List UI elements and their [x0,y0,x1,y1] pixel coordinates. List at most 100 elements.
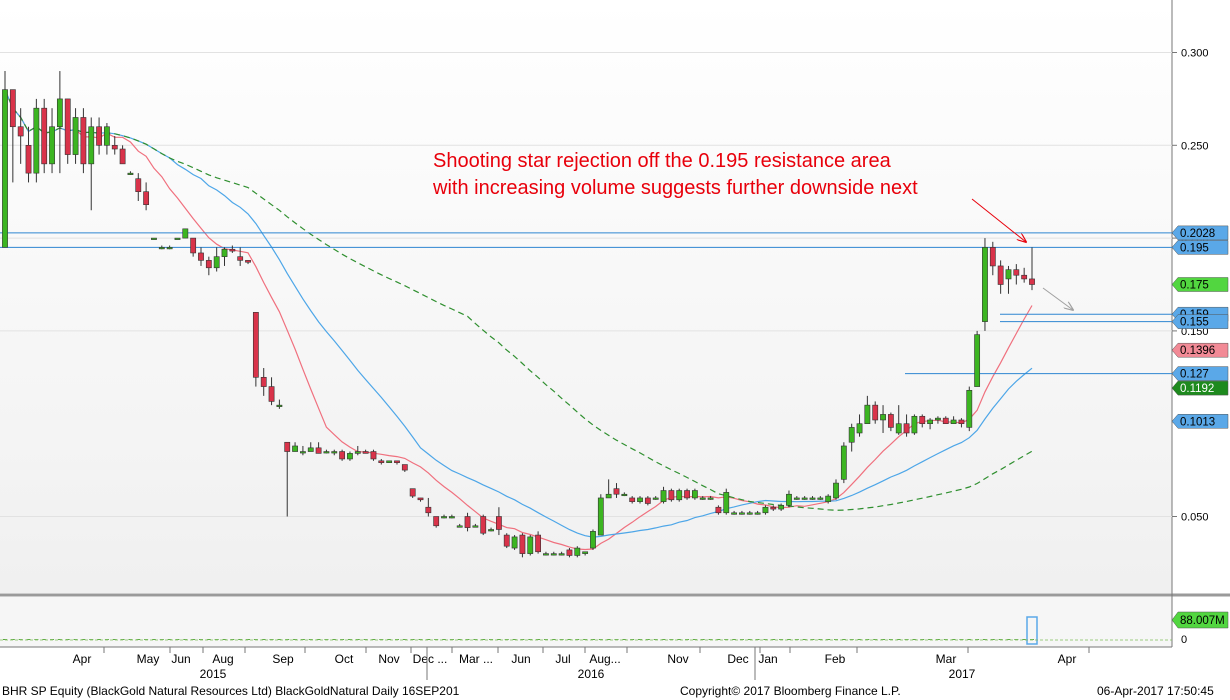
candle-body [237,256,244,261]
candle-body [252,312,259,378]
footer-security: BHR SP Equity (BlackGold Natural Resourc… [2,684,460,698]
candle-body [793,497,800,500]
candle-body [935,417,941,421]
candle-body [135,178,142,192]
candle-body [307,447,314,452]
candle-body [856,423,863,434]
candle-body [676,490,683,501]
footer-copyright: Copyright© 2017 Bloomberg Finance L.P. [680,684,901,698]
price-tag-label-8: 0.1013 [1180,416,1215,428]
candle-body [472,525,479,528]
candle-body [950,419,957,425]
candle-body [496,516,502,530]
candle-body [72,117,79,155]
candle-body [354,451,361,454]
candle-body [699,497,706,500]
candle-body [25,145,32,174]
candle-body [315,447,322,454]
candle-body [691,490,698,499]
candle-body [362,451,369,454]
candle-body [1005,269,1012,280]
candle-body [543,553,549,556]
month-label-2: Jun [171,652,190,666]
candle-body [425,506,432,514]
candle-body [739,512,745,515]
month-label-3: Aug [212,652,233,666]
year-label-0: 2015 [200,667,227,681]
price-tag-label-7: 0.1192 [1180,383,1214,395]
candle-body [166,247,173,250]
candle-body [378,460,385,463]
candle-body [511,536,518,549]
month-label-8: Mar ... [459,652,493,666]
candle-body [417,497,424,501]
annotation-line-2: with increasing volume suggests further … [432,177,918,199]
candle-body [158,247,165,250]
candle-body [104,126,110,146]
candle-body [982,247,988,322]
candle-body [629,497,636,502]
candle-body [715,506,722,514]
month-label-6: Nov [378,652,399,666]
candle-body [111,145,118,150]
candle-body [786,493,792,506]
candle-body [456,525,463,528]
candle-body [88,126,95,165]
candle-body [927,419,933,425]
year-label-1: 2016 [578,667,605,681]
candle-body [833,482,839,499]
candle-body [754,512,761,515]
year-label-2: 2017 [949,667,976,681]
candle-body [182,228,189,239]
candle-body [566,549,573,556]
candle-body [825,495,832,502]
candle-body [331,451,338,454]
candle-body [213,256,220,269]
candle-body [339,451,346,460]
candle-body [205,260,212,269]
candle-body [613,488,620,495]
candle-body [731,512,737,515]
month-label-12: Nov [667,652,688,666]
candle-body [386,460,393,463]
candle-body [370,451,377,460]
candle-body [582,551,589,554]
candle-body [942,417,949,424]
candle-body [488,529,494,532]
footer-timestamp: 06-Apr-2017 17:50:45 [1097,684,1214,698]
month-label-15: Feb [825,652,846,666]
candle-body [684,490,690,499]
price-panel [0,0,1172,593]
candle-body [550,553,557,556]
candle-body [1013,269,1020,276]
candle-body [190,237,197,254]
candle-body [17,126,24,137]
candle-body [605,493,612,499]
candle-body [2,89,8,248]
price-tags: 0.20280.1950.1750.1590.1550.13960.1270.1… [1171,225,1229,429]
candle-body [221,248,228,257]
price-tag-label-1: 0.195 [1180,242,1209,254]
month-label-5: Oct [335,652,354,666]
candle-body [840,445,847,480]
month-label-11: Aug... [589,652,620,666]
candle-body [448,516,455,519]
volume-tag-label: 88.007M [1180,615,1225,627]
month-label-10: Jul [555,652,570,666]
candle-body [637,497,643,502]
candle-body [558,553,565,556]
candle-body [300,451,306,454]
candle-body [660,490,667,502]
price-tag-label-5: 0.1396 [1180,345,1215,357]
candle-body [887,414,894,428]
y-tick-label-3: 0.250 [1181,140,1209,152]
y-tick-label-4: 0.300 [1181,48,1209,60]
candle-body [441,516,447,519]
candle-body [919,415,926,425]
candle-body [33,107,40,174]
candle-body [56,98,63,128]
candle-body [503,534,510,547]
candlestick-chart: 88.007M0 0.0500.1500.2000.2500.300 0.202… [0,0,1230,681]
annotation-line-1: Shooting star rejection off the 0.195 re… [433,150,892,172]
candle-body [174,237,181,240]
